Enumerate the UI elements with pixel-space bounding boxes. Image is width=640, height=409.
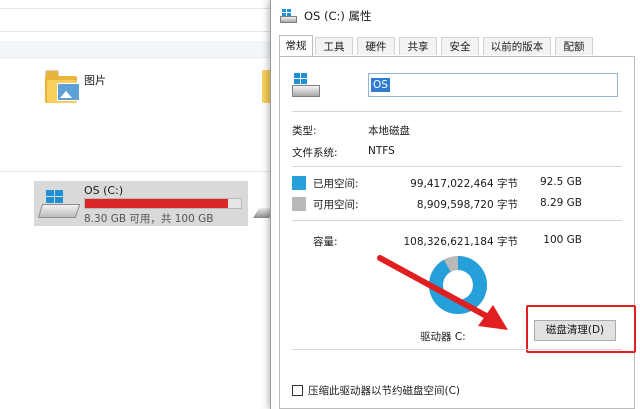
filesystem-value: NTFS [368,145,395,157]
tab-hardware[interactable]: 硬件 [357,37,395,55]
column-header-strip [0,41,272,58]
tab-previous-versions[interactable]: 以前的版本 [483,37,551,55]
separator [292,111,622,112]
type-value: 本地磁盘 [368,125,410,137]
drive-label-input[interactable]: OS [368,73,618,97]
tab-general[interactable]: 常规 [279,35,313,56]
separator [292,220,622,221]
address-bar[interactable] [0,8,272,32]
tab-security[interactable]: 安全 [441,37,479,55]
separator [292,166,622,167]
windows-drive-icon [37,190,81,218]
drive-usage-fill [85,199,229,208]
drive-caption: 驱动器 C: [420,331,466,343]
capacity-bytes: 108,326,621,184 字节 [403,236,518,248]
donut-used-segment [429,256,487,314]
drive-free-text: 8.30 GB 可用，共 100 GB [84,213,214,225]
dialog-title: OS (C:) 属性 [304,9,372,23]
compress-checkbox-label[interactable]: 压缩此驱动器以节约磁盘空间(C) [308,383,460,398]
tab-tools[interactable]: 工具 [315,37,353,55]
capacity-label: 容量: [313,236,338,248]
tab-sharing[interactable]: 共享 [399,37,437,55]
drive-c-tile[interactable]: OS (C:) 8.30 GB 可用，共 100 GB [34,181,248,226]
filesystem-label: 文件系统: [292,147,338,159]
used-space-bytes: 99,417,022,464 字节 [410,178,518,190]
drive-usage-bar [84,198,242,209]
compress-checkbox[interactable] [292,385,303,396]
separator [292,349,622,350]
drive-large-icon [290,73,322,99]
general-tab-panel: OS 类型: 本地磁盘 文件系统: NTFS 已用空间: 99,417,022,… [279,56,636,409]
free-space-bytes: 8,909,598,720 字节 [416,199,518,211]
properties-dialog: OS (C:) 属性 常规 工具 硬件 共享 安全 以前的版本 配额 OS 类型… [270,0,640,409]
free-space-label: 可用空间: [313,199,359,211]
explorer-window: 图片 OS (C:) 8.30 GB 可用，共 100 GB [0,0,275,409]
used-space-label: 已用空间: [313,178,359,190]
free-space-size: 8.29 GB [539,197,582,209]
drive-name: OS (C:) [84,184,124,197]
pictures-folder-icon[interactable] [45,70,81,106]
free-space-swatch [292,197,306,211]
section-divider [0,171,272,172]
disk-cleanup-button[interactable]: 磁盘清理(D) [534,320,616,341]
pictures-folder-label[interactable]: 图片 [84,72,106,88]
drive-title-icon [280,9,297,23]
title-bar[interactable]: OS (C:) 属性 [271,0,640,30]
used-space-size: 92.5 GB [539,176,582,188]
disk-usage-donut [429,256,487,314]
capacity-size: 100 GB [543,234,582,246]
type-label: 类型: [292,125,317,137]
tab-quota[interactable]: 配额 [555,37,593,55]
drive-label-value: OS [371,78,390,92]
used-space-swatch [292,176,306,190]
tab-strip: 常规 工具 硬件 共享 安全 以前的版本 配额 [279,35,635,56]
